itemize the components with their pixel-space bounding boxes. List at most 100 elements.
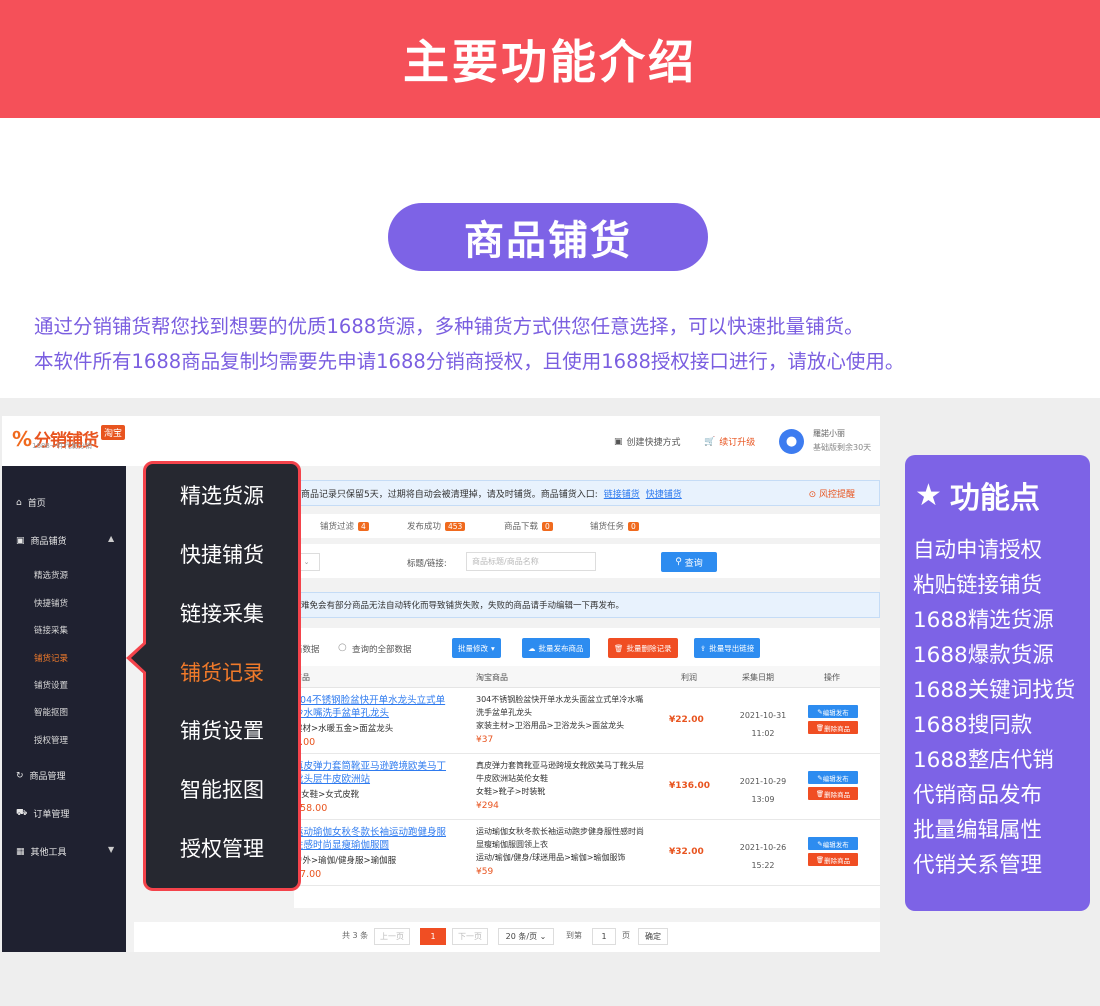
records-table: 当数据 ○ 查询的全部数据 批量修改 ▾ ☁ 批量发布商品 🗑 批量删除记录 ⇪ 批量导… (294, 628, 880, 908)
product-category: 建材>水暖五金>面盆龙头 (294, 724, 394, 734)
feature-item: 代销关系管理 (913, 853, 1043, 878)
delete-product-button[interactable]: 🗑 删除商品 (808, 721, 858, 734)
pagination: 共 3 条 上一页 1 下一页 20 条/页 ⌄ 到第 1 页 确定 (134, 922, 880, 952)
edit-publish-button[interactable]: ✎ 编辑发布 (808, 837, 858, 850)
upgrade-link[interactable]: 🛒 续订升级 (704, 435, 755, 449)
menu-item[interactable]: 授权管理 (146, 833, 298, 863)
taobao-title: 304不锈钢脸盆快开单水龙头面盆立式单冷水嘴洗手盆单孔龙头 (476, 695, 644, 717)
search-input[interactable]: 商品标题/商品名称 (466, 552, 596, 571)
filter-label: 标题/链接: (407, 559, 447, 569)
menu-item[interactable]: 链接采集 (146, 598, 298, 628)
sidebar-item-product-mgmt[interactable]: ↻ 商品管理 (16, 769, 66, 783)
popup-pointer-inner (131, 643, 147, 673)
scope-all-label[interactable]: 查询的全部数据 (352, 643, 412, 655)
logo-badge: 淘宝 (101, 425, 126, 440)
tab-filter[interactable]: 铺货过滤 4 (320, 520, 369, 532)
taobao-price: ¥37 (476, 735, 494, 745)
menu-item[interactable]: 快捷铺货 (146, 539, 298, 569)
count-badge: 0 (542, 521, 553, 531)
taobao-category: 运动/瑜伽/健身/球迷用品>瑜伽>瑜伽服饰 (476, 853, 626, 862)
feature-item: 1688搜同款 (913, 713, 1033, 738)
bookmark-icon: ▣ (614, 436, 623, 447)
chevron-down-icon[interactable]: ▼ (108, 845, 114, 854)
profit-value: ¥32.00 (669, 847, 704, 857)
chevron-up-icon[interactable]: ▲ (108, 534, 114, 543)
notice-bar: 商品记录只保留5天，过期将自动会被清理掉，请及时铺货。商品铺货入口: 链接铺货 … (294, 480, 880, 506)
batch-actions: 当数据 ○ 查询的全部数据 批量修改 ▾ ☁ 批量发布商品 🗑 批量删除记录 ⇪ 批量导… (294, 638, 880, 660)
product-title-link[interactable]: 304不锈钢脸盆快开单水龙头立式单冷水嘴洗手盆单孔龙头 (294, 694, 454, 720)
sidebar-item-other-tools[interactable]: ▦ 其他工具 (16, 845, 67, 859)
prev-page-button[interactable]: 上一页 (374, 928, 410, 945)
trash-icon: 🗑 (614, 643, 624, 653)
confirm-page-button[interactable]: 确定 (638, 928, 668, 945)
delete-product-button[interactable]: 🗑 删除商品 (808, 853, 858, 866)
goto-label: 到第 (566, 931, 582, 940)
link-distribution-link[interactable]: 链接铺货 (604, 487, 640, 500)
risk-alert-link[interactable]: ⊙ 风控提醒 (809, 487, 855, 500)
quick-create-link[interactable]: ▣ 创建快捷方式 (614, 435, 681, 449)
features-panel: ★ 功能点 自动申请授权 粘贴链接铺货 1688精选货源 1688爆款货源 16… (905, 455, 1090, 911)
batch-publish-button[interactable]: ☁ 批量发布商品 (522, 638, 590, 658)
menu-item-active[interactable]: 铺货记录 (146, 657, 298, 687)
pager-total: 共 3 条 (342, 931, 369, 940)
radio-icon[interactable]: ○ (338, 642, 347, 653)
home-icon: ⌂ (16, 497, 22, 508)
filter-row: ⌄ 标题/链接: 商品标题/商品名称 ⚲ 查询 (294, 544, 880, 578)
sidebar-item-order-mgmt[interactable]: ⛟ 订单管理 (16, 807, 69, 820)
batch-edit-button[interactable]: 批量修改 ▾ (452, 638, 501, 658)
page-size-select[interactable]: 20 条/页 ⌄ (498, 928, 554, 945)
tab-tasks[interactable]: 铺货任务 0 (590, 520, 639, 532)
export-icon: ⇪ (700, 643, 707, 653)
page-number-button[interactable]: 1 (420, 928, 446, 945)
taobao-price: ¥294 (476, 801, 499, 811)
top-banner: 主要功能介绍 (0, 0, 1100, 118)
header-date: 采集日期 (742, 673, 774, 682)
taobao-title: 真皮弹力套筒靴亚马逊跨境女靴欧美马丁靴头层牛皮欧洲站英伦女鞋 (476, 761, 644, 783)
feature-item: 粘贴链接铺货 (913, 573, 1043, 598)
avatar[interactable]: ● (779, 429, 804, 454)
collect-date: 2021-10-31 11:02 (739, 711, 787, 738)
batch-export-button[interactable]: ⇪ 批量导出链接 (694, 638, 761, 658)
tab-published[interactable]: 发布成功 453 (407, 520, 466, 532)
sidebar-sub-item[interactable]: 智能抠图 (34, 706, 68, 718)
feature-item: 批量编辑属性 (913, 818, 1043, 843)
sidebar-item-home[interactable]: ⌂ 首页 (16, 496, 46, 510)
sidebar-sub-item[interactable]: 授权管理 (34, 734, 68, 746)
banner-title: 主要功能介绍 (403, 35, 697, 89)
menu-item[interactable]: 精选货源 (146, 480, 298, 510)
delete-product-button[interactable]: 🗑 删除商品 (808, 787, 858, 800)
sidebar-sub-item[interactable]: 快捷铺货 (34, 597, 68, 609)
taobao-price: ¥59 (476, 867, 494, 877)
sidebar-item-distribution[interactable]: ▣ 商品铺货 (16, 534, 67, 548)
feature-item: 1688爆款货源 (913, 643, 1054, 668)
sidebar-sub-item[interactable]: 精选货源 (34, 569, 68, 581)
edit-publish-button[interactable]: ✎ 编辑发布 (808, 705, 858, 718)
product-title-link[interactable]: 真皮弹力套筒靴亚马逊跨境欧美马丁靴头层牛皮欧洲站 (294, 760, 454, 786)
product-title-link[interactable]: 运动瑜伽女秋冬款长袖运动跑健身服性感时尚显瘦瑜伽服圆 (294, 826, 454, 852)
bag-icon: ▣ (16, 535, 25, 546)
logo-mark-icon: % (12, 426, 33, 451)
sidebar-sub-item[interactable]: 铺货设置 (34, 679, 68, 691)
profit-value: ¥22.00 (669, 715, 704, 725)
sidebar-sub-item[interactable]: 链接采集 (34, 624, 68, 636)
taobao-title: 运动瑜伽女秋冬款长袖运动跑步健身服性感时尚显瘦瑜伽服圆领上衣 (476, 827, 644, 849)
description-line-2: 本软件所有1688商品复制均需要先申请1688分销商授权，且使用1688授权接口… (34, 350, 905, 373)
tab-downloads[interactable]: 商品下载 0 (504, 520, 553, 532)
batch-delete-button[interactable]: 🗑 批量删除记录 (608, 638, 678, 658)
user-name: 羅諾小丽 (813, 429, 845, 438)
quick-distribution-link[interactable]: 快捷铺货 (646, 487, 682, 500)
caret-down-icon: ▾ (491, 643, 495, 653)
chevron-down-icon: ⌄ (539, 932, 547, 941)
next-page-button[interactable]: 下一页 (452, 928, 488, 945)
goto-page-input[interactable]: 1 (592, 928, 616, 945)
count-badge: 0 (628, 521, 639, 531)
user-plan: 基础版剩余30天 (813, 443, 872, 452)
menu-item[interactable]: 智能抠图 (146, 774, 298, 804)
refresh-icon: ↻ (16, 770, 24, 781)
edit-publish-button[interactable]: ✎ 编辑发布 (808, 771, 858, 784)
search-icon: ⚲ (675, 557, 682, 567)
menu-item[interactable]: 铺货设置 (146, 715, 298, 745)
search-button[interactable]: ⚲ 查询 (661, 552, 717, 572)
sidebar-sub-item-active[interactable]: 铺货记录 (34, 652, 68, 664)
sidebar: ⌂ 首页 ▣ 商品铺货 ▲ 精选货源 快捷铺货 链接采集 铺货记录 铺货设置 智… (2, 466, 126, 952)
